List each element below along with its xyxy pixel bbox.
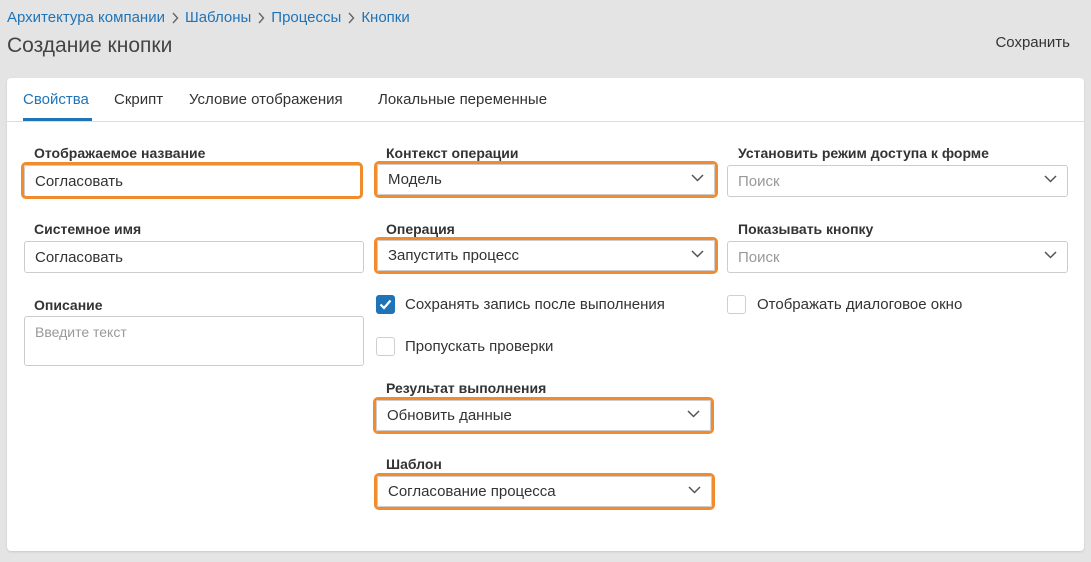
template-select[interactable]: Согласование процесса [377, 476, 712, 507]
show-dialog-checkbox[interactable] [727, 295, 746, 314]
display-name-label: Отображаемое название [34, 145, 206, 161]
save-record-label[interactable]: Сохранять запись после выполнения [405, 296, 665, 313]
result-value: Обновить данные [387, 407, 512, 424]
template-value: Согласование процесса [388, 483, 556, 500]
show-button-label: Показывать кнопку [738, 221, 874, 237]
form-access-select[interactable]: Поиск [727, 165, 1068, 197]
operation-context-label: Контекст операции [386, 145, 519, 161]
operation-label: Операция [386, 221, 455, 237]
breadcrumb: Архитектура компании Шаблоны Процессы Кн… [7, 7, 410, 27]
breadcrumb-buttons[interactable]: Кнопки [361, 9, 409, 26]
result-label: Результат выполнения [386, 380, 547, 396]
page-title: Создание кнопки [7, 34, 173, 57]
display-name-value: Согласовать [35, 172, 123, 190]
breadcrumb-processes[interactable]: Процессы [271, 9, 341, 26]
operation-select[interactable]: Запустить процесс [377, 240, 715, 271]
template-label: Шаблон [386, 456, 442, 472]
tab-script[interactable]: Скрипт [114, 91, 163, 108]
checkmark-icon [379, 299, 392, 310]
save-button[interactable]: Сохранить [995, 34, 1070, 51]
system-name-label: Системное имя [34, 221, 142, 237]
show-button-select[interactable]: Поиск [727, 241, 1068, 273]
operation-context-select[interactable]: Модель [377, 164, 715, 195]
show-button-placeholder: Поиск [738, 248, 780, 266]
chevron-down-icon [691, 174, 704, 182]
chevron-down-icon [1044, 175, 1057, 183]
chevron-right-icon [341, 9, 361, 26]
tab-display-condition[interactable]: Условие отображения [189, 91, 343, 108]
chevron-down-icon [688, 486, 701, 494]
skip-checks-checkbox[interactable] [376, 337, 395, 356]
skip-checks-label[interactable]: Пропускать проверки [405, 338, 553, 355]
active-tab-indicator [23, 118, 92, 121]
breadcrumb-company-architecture[interactable]: Архитектура компании [7, 9, 165, 26]
description-label: Описание [34, 297, 103, 313]
chevron-right-icon [251, 9, 271, 26]
system-name-value: Согласовать [35, 248, 123, 266]
show-dialog-label[interactable]: Отображать диалоговое окно [757, 296, 962, 313]
display-name-input[interactable]: Согласовать [24, 165, 362, 197]
form-access-label: Установить режим доступа к форме [738, 145, 989, 161]
tab-local-variables[interactable]: Локальные переменные [378, 91, 547, 108]
description-textarea[interactable]: Введите текст [24, 316, 364, 366]
chevron-right-icon [165, 9, 185, 26]
form-card: Свойства Скрипт Условие отображения Лока… [7, 78, 1084, 551]
result-select[interactable]: Обновить данные [376, 400, 711, 431]
breadcrumb-templates[interactable]: Шаблоны [185, 9, 251, 26]
form-access-placeholder: Поиск [738, 172, 780, 190]
chevron-down-icon [687, 410, 700, 418]
chevron-down-icon [1044, 251, 1057, 259]
save-record-checkbox[interactable] [376, 295, 395, 314]
chevron-down-icon [691, 250, 704, 258]
tab-bar: Свойства Скрипт Условие отображения Лока… [7, 78, 1084, 122]
system-name-input[interactable]: Согласовать [24, 241, 364, 273]
operation-context-value: Модель [388, 171, 442, 188]
tab-properties[interactable]: Свойства [23, 91, 89, 108]
description-placeholder: Введите текст [35, 324, 127, 340]
operation-value: Запустить процесс [388, 247, 520, 264]
